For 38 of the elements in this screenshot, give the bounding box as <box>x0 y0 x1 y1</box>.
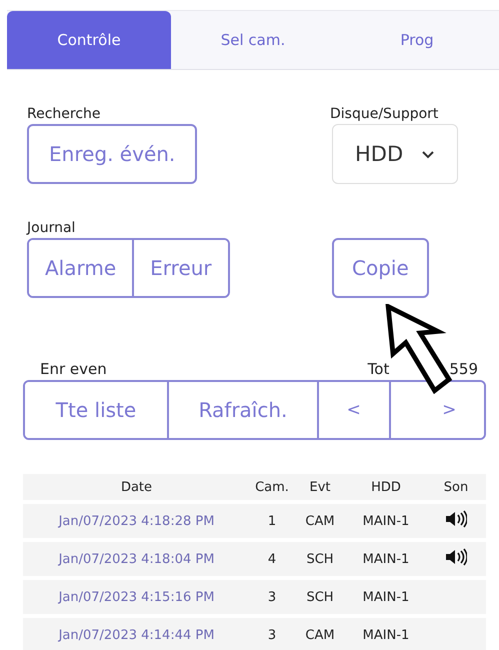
speaker-icon <box>445 510 467 528</box>
table-cell: 3 <box>250 580 294 614</box>
section-label: Disque/Support <box>330 105 438 124</box>
date-link[interactable]: Jan/07/2023 4:14:44 PM <box>23 618 250 650</box>
date-link[interactable]: Jan/07/2023 4:18:28 PM <box>23 504 250 538</box>
list-label: Enr even <box>40 360 107 378</box>
table-cell: MAIN-1 <box>346 542 426 576</box>
tab[interactable]: Contrôle <box>7 11 171 69</box>
column-header: Date <box>23 474 250 500</box>
table-cell: MAIN-1 <box>346 618 426 650</box>
table-cell: CAM <box>294 504 346 538</box>
speaker-icon <box>445 548 467 566</box>
copy-button[interactable]: Copie <box>332 238 429 298</box>
tab[interactable]: Prog <box>335 11 499 69</box>
column-header: Evt <box>294 474 346 500</box>
table-cell: SCH <box>294 580 346 614</box>
tab[interactable]: Sel cam. <box>171 11 335 69</box>
column-header: Cam. <box>250 474 294 500</box>
total-text: 559 <box>449 360 478 378</box>
total-text: Tot <box>368 360 390 378</box>
chevron-down-icon <box>421 150 436 158</box>
table-cell: 4 <box>250 542 294 576</box>
disk-dropdown[interactable]: HDD <box>332 124 458 184</box>
section-label: Recherche <box>27 105 101 124</box>
date-link[interactable]: Jan/07/2023 4:15:16 PM <box>23 580 250 614</box>
table-cell: MAIN-1 <box>346 580 426 614</box>
list-button[interactable]: > <box>388 382 484 438</box>
table-cell: CAM <box>294 618 346 650</box>
column-header: Son <box>426 474 486 500</box>
section-label: Journal <box>27 219 76 238</box>
table-cell: 3 <box>250 618 294 650</box>
date-link[interactable]: Jan/07/2023 4:18:04 PM <box>23 542 250 576</box>
table-cell: SCH <box>294 542 346 576</box>
table-cell: 1 <box>250 504 294 538</box>
event-record-button[interactable]: Enreg. évén. <box>27 124 198 184</box>
table-cell: MAIN-1 <box>346 504 426 538</box>
log-button[interactable]: Erreur <box>132 240 228 296</box>
column-header: HDD <box>346 474 426 500</box>
